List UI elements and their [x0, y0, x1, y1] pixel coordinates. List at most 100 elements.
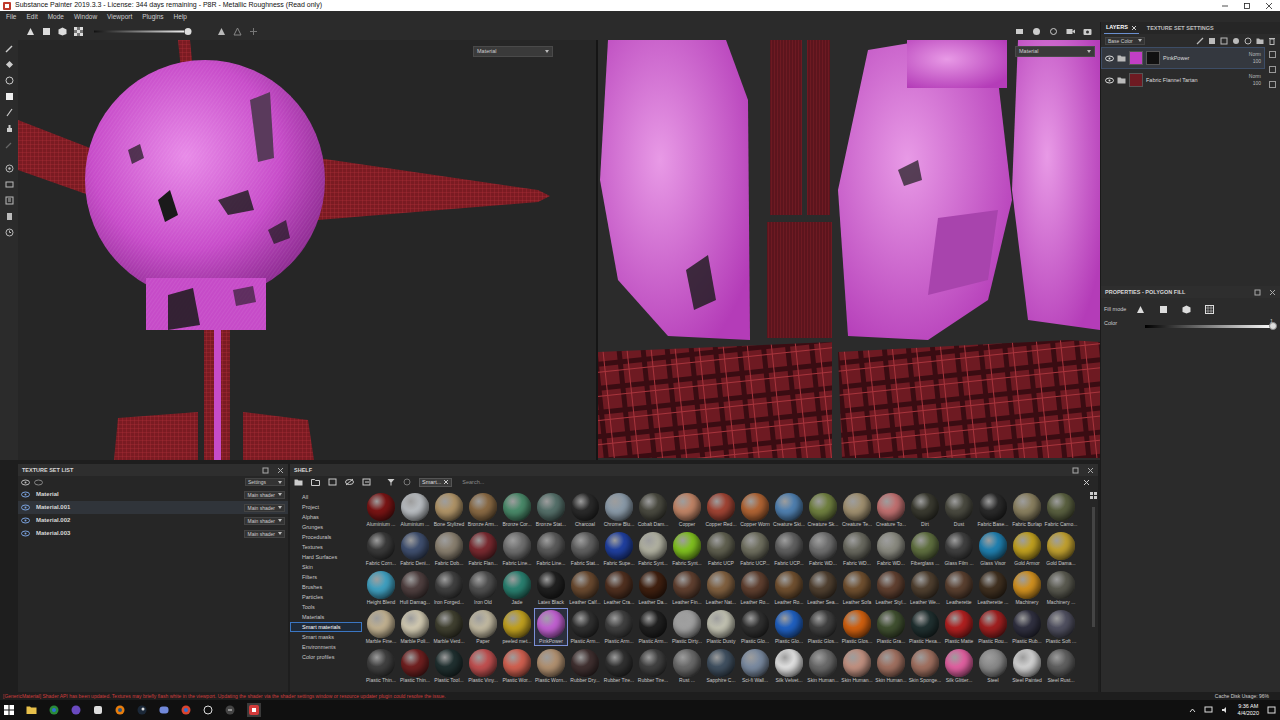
settings-dropdown[interactable]: Settings [245, 478, 285, 486]
material-item[interactable]: Leather Ro... [738, 569, 772, 607]
material-item[interactable]: Plastic Glo... [772, 608, 806, 646]
material-item[interactable]: Marble Fine... [364, 608, 398, 646]
export-icon[interactable] [362, 478, 371, 486]
add-effect-icon[interactable] [1208, 37, 1216, 45]
material-item[interactable]: Marble Verd... [432, 608, 466, 646]
material-item[interactable]: Fabric Base... [976, 491, 1010, 529]
viewport-3d[interactable]: Material [18, 40, 596, 460]
chrome-icon[interactable] [49, 705, 59, 715]
texture-set-row[interactable]: Material.003Main shader [18, 527, 288, 540]
category-item[interactable]: Brushes [290, 582, 362, 592]
solo-icon[interactable] [34, 479, 43, 486]
add-mask-icon[interactable] [1220, 37, 1228, 45]
side-tool-icon[interactable] [1269, 51, 1276, 58]
category-item[interactable]: Particles [290, 592, 362, 602]
grid-view-icon[interactable] [1090, 492, 1097, 499]
material-item[interactable]: Silk Glitter... [942, 647, 976, 685]
menu-item[interactable]: File [6, 13, 16, 21]
app-icon[interactable] [225, 705, 235, 715]
shader-dropdown[interactable]: Main shader [244, 530, 285, 538]
material-item[interactable]: Plastic Tool... [432, 647, 466, 685]
hide-icon[interactable] [345, 478, 354, 486]
polygon-fill-icon[interactable] [5, 92, 14, 101]
category-item[interactable]: Grunges [290, 522, 362, 532]
side-tool-icon[interactable] [1269, 66, 1276, 73]
refresh-icon[interactable] [403, 478, 411, 486]
material-item[interactable]: Machinery ... [1044, 569, 1078, 607]
material-item[interactable]: Plastic Gra... [874, 608, 908, 646]
material-item[interactable]: Plastic Viny... [466, 647, 500, 685]
viewport-2d-channel-dropdown[interactable]: Material [1015, 46, 1095, 57]
material-item[interactable]: Plastic Glos... [840, 608, 874, 646]
close-panel-icon[interactable] [1087, 467, 1094, 474]
video-icon[interactable] [1066, 27, 1075, 36]
material-item[interactable]: Hull Damag... [398, 569, 432, 607]
brush-icon[interactable] [1196, 37, 1204, 45]
chrome-icon[interactable] [181, 705, 191, 715]
material-item[interactable]: Fabric WD... [806, 530, 840, 568]
clock[interactable]: 9:36 AM 4/4/2020 [1238, 703, 1259, 718]
delete-icon[interactable] [1268, 37, 1276, 45]
square-icon[interactable] [42, 27, 51, 36]
material-item[interactable]: Plastic Rou... [976, 608, 1010, 646]
folder-icon[interactable] [1117, 54, 1126, 62]
category-item[interactable]: Alphas [290, 512, 362, 522]
material-item[interactable]: Glass Film ... [942, 530, 976, 568]
shader-dropdown[interactable]: Main shader [244, 517, 285, 525]
category-item[interactable]: Tools [290, 602, 362, 612]
texture-set-row[interactable]: MaterialMain shader [18, 488, 288, 501]
scrollbar[interactable] [1092, 507, 1095, 627]
maximize-icon[interactable] [1236, 0, 1258, 11]
material-item[interactable]: Copper Worn [738, 491, 772, 529]
menu-item[interactable]: Mode [48, 13, 64, 21]
blend-mode[interactable]: Norm [1249, 51, 1261, 58]
material-item[interactable]: Marble Poli... [398, 608, 432, 646]
material-item[interactable]: Sapphire C... [704, 647, 738, 685]
material-item[interactable]: Sci-fi Wall... [738, 647, 772, 685]
constraint-icon[interactable] [249, 27, 258, 36]
material-item[interactable]: Creature Ski... [772, 491, 806, 529]
category-item[interactable]: Textures [290, 542, 362, 552]
undock-icon[interactable] [1254, 289, 1261, 296]
material-item[interactable]: Rubber Tire... [636, 647, 670, 685]
material-item[interactable]: Leather Fin... [670, 569, 704, 607]
material-item[interactable]: Cobalt Dam... [636, 491, 670, 529]
search-field[interactable] [460, 478, 620, 487]
material-item[interactable]: Steel [976, 647, 1010, 685]
checker-icon[interactable] [74, 27, 83, 36]
eye-icon[interactable] [21, 530, 30, 537]
material-item[interactable]: Glass Visor [976, 530, 1010, 568]
material-item[interactable]: Chrome Blu... [602, 491, 636, 529]
projection-icon[interactable] [5, 76, 14, 85]
material-item[interactable]: Leatherette [942, 569, 976, 607]
material-item[interactable]: Steel Painted [1010, 647, 1044, 685]
material-item[interactable]: PinkPower [534, 608, 568, 646]
folder-icon[interactable] [1256, 37, 1264, 45]
menu-item[interactable]: Edit [26, 13, 37, 21]
category-item[interactable]: All [290, 492, 362, 502]
material-item[interactable]: Silk Velvet... [772, 647, 806, 685]
lazy-mouse-icon[interactable] [233, 27, 242, 36]
material-item[interactable]: Height Blend [364, 569, 398, 607]
material-item[interactable]: Latex Black [534, 569, 568, 607]
material-item[interactable]: Fabric UCP [704, 530, 738, 568]
material-item[interactable]: Machinery [1010, 569, 1044, 607]
material-item[interactable]: Leather Styl... [874, 569, 908, 607]
material-item[interactable]: Plastic Soft ... [1044, 608, 1078, 646]
volume-icon[interactable] [1221, 706, 1230, 714]
material-item[interactable]: Fabric Synt... [670, 530, 704, 568]
channel-dropdown[interactable]: Base Color [1105, 37, 1145, 45]
category-item[interactable]: Project [290, 502, 362, 512]
material-item[interactable]: Leather Ro... [772, 569, 806, 607]
layer-row[interactable]: PinkPowerNorm100 [1101, 47, 1265, 69]
blend-mode[interactable]: Norm [1249, 73, 1261, 80]
material-item[interactable]: Plastic Hexa... [908, 608, 942, 646]
triangle-fill-icon[interactable] [1136, 305, 1145, 314]
polygon-fill-icon[interactable] [1159, 305, 1168, 314]
close-icon[interactable] [1258, 0, 1280, 11]
close-panel-icon[interactable] [277, 467, 284, 474]
material-item[interactable]: Plastic Arm... [568, 608, 602, 646]
material-item[interactable]: Fabric Corn... [364, 530, 398, 568]
panel-tab[interactable]: LAYERS [1104, 22, 1139, 34]
material-item[interactable]: Skin Human... [840, 647, 874, 685]
